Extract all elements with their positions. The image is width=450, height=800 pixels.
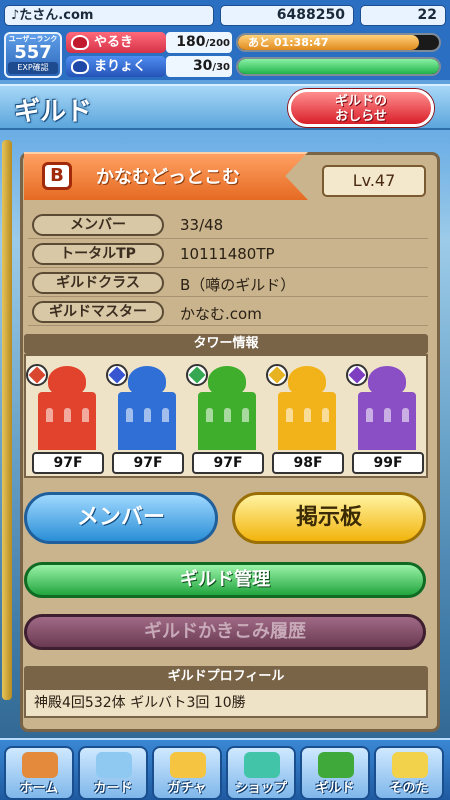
stamina-timer: あと 01:38:47 bbox=[248, 36, 329, 49]
tower-info-header: タワー情報 bbox=[24, 334, 428, 354]
stamina-bar: あと 01:38:47 bbox=[236, 33, 441, 52]
magic-bar-fill bbox=[238, 59, 439, 74]
guild-profile-text: 神殿4回532体 ギルバト3回 10勝 bbox=[24, 688, 428, 718]
card-icon bbox=[96, 752, 132, 778]
red-puyo-icon bbox=[71, 35, 89, 50]
nav-label: ショップ bbox=[234, 781, 287, 796]
flag-pole bbox=[2, 140, 12, 700]
info-row-class: ギルドクラス B（噂のギルド） bbox=[28, 270, 428, 297]
rank-value: 557 bbox=[14, 42, 52, 63]
puyo-icon bbox=[368, 366, 406, 396]
stamina-row: やるき 180/200 あと 01:38:47 bbox=[66, 32, 446, 53]
info-value: B（噂のギルド） bbox=[180, 276, 296, 294]
status-bar: ♪たさん.com 6488250 22 bbox=[0, 0, 450, 30]
nav-label: ホーム bbox=[19, 781, 59, 796]
tower-list: 97F 97F 97F 98F 99F bbox=[24, 354, 428, 478]
info-row-master: ギルドマスター かなむ.com bbox=[28, 299, 428, 326]
nav-other[interactable]: そのた bbox=[374, 746, 444, 800]
bulletin-board-button[interactable]: 掲示板 bbox=[232, 492, 426, 544]
rank-badge[interactable]: ユーザーランク 557 EXP確認 bbox=[4, 32, 62, 78]
tower-floor: 98F bbox=[272, 452, 344, 474]
guild-manage-button[interactable]: ギルド管理 bbox=[24, 562, 426, 598]
members-button[interactable]: メンバー bbox=[24, 492, 218, 544]
magic-label: まりょく bbox=[66, 56, 166, 77]
guild-info: メンバー 33/48 トータルTP 10111480TP ギルドクラス B（噂の… bbox=[28, 212, 428, 328]
info-key: ギルドクラス bbox=[32, 272, 164, 294]
gem-icon bbox=[26, 364, 48, 386]
tower-floor: 99F bbox=[352, 452, 424, 474]
info-row-members: メンバー 33/48 bbox=[28, 212, 428, 239]
puyo-icon bbox=[208, 366, 246, 396]
info-key: メンバー bbox=[32, 214, 164, 236]
exp-check-button[interactable]: EXP確認 bbox=[8, 62, 58, 74]
nav-home[interactable]: ホーム bbox=[4, 746, 74, 800]
guild-name: かなむどっとこむ bbox=[96, 167, 240, 188]
stamina-value: 180/200 bbox=[166, 32, 232, 53]
nav-label: カード bbox=[93, 781, 133, 796]
guild-profile-header: ギルドプロフィール bbox=[24, 666, 428, 688]
stamina-label: やるき bbox=[66, 32, 166, 53]
tower-floor: 97F bbox=[192, 452, 264, 474]
info-key: ギルドマスター bbox=[32, 301, 164, 323]
nav-gacha[interactable]: ガチャ bbox=[152, 746, 222, 800]
home-icon bbox=[22, 752, 58, 778]
coin-count: 6488250 bbox=[220, 5, 354, 26]
magic-row: まりょく 30/30 bbox=[66, 56, 446, 77]
guild-class-badge: B bbox=[42, 162, 72, 190]
title-bar: ギルド ギルドの おしらせ bbox=[0, 84, 450, 130]
tower-red[interactable]: 97F bbox=[26, 364, 104, 474]
page-title: ギルド bbox=[14, 97, 93, 127]
shop-icon bbox=[244, 752, 280, 778]
nav-label: そのた bbox=[389, 781, 429, 796]
magic-value: 30/30 bbox=[166, 56, 232, 77]
puyo-icon bbox=[48, 366, 86, 396]
blue-puyo-icon bbox=[71, 59, 89, 74]
info-value: 10111480TP bbox=[180, 245, 275, 263]
info-key: トータルTP bbox=[32, 243, 164, 265]
info-row-total-tp: トータルTP 10111480TP bbox=[28, 241, 428, 268]
gem-icon bbox=[186, 364, 208, 386]
info-value: かなむ.com bbox=[180, 305, 262, 323]
tower-floor: 97F bbox=[32, 452, 104, 474]
nav-card[interactable]: カード bbox=[78, 746, 148, 800]
magic-bar bbox=[236, 57, 441, 76]
gem-icon bbox=[106, 364, 128, 386]
info-value: 33/48 bbox=[180, 216, 224, 234]
post-history-button[interactable]: ギルドかきこみ履歴 bbox=[24, 614, 426, 650]
guild-level: Lv.47 bbox=[322, 165, 426, 197]
tower-floor: 97F bbox=[112, 452, 184, 474]
other-icon bbox=[392, 752, 428, 778]
nav-label: ガチャ bbox=[167, 781, 207, 796]
puyo-icon bbox=[128, 366, 166, 396]
nav-guild[interactable]: ギルド bbox=[300, 746, 370, 800]
gacha-icon bbox=[170, 752, 206, 778]
gem-icon bbox=[346, 364, 368, 386]
tower-yellow[interactable]: 98F bbox=[266, 364, 344, 474]
gem-count: 22 bbox=[360, 5, 446, 26]
tower-purple[interactable]: 99F bbox=[346, 364, 424, 474]
guild-news-button[interactable]: ギルドの おしらせ bbox=[288, 89, 434, 127]
nav-shop[interactable]: ショップ bbox=[226, 746, 296, 800]
puyo-icon bbox=[288, 366, 326, 396]
guild-icon bbox=[318, 752, 354, 778]
nav-label: ギルド bbox=[315, 781, 355, 796]
tower-green[interactable]: 97F bbox=[186, 364, 264, 474]
tower-blue[interactable]: 97F bbox=[106, 364, 184, 474]
username: ♪たさん.com bbox=[4, 5, 214, 26]
player-hud: ユーザーランク 557 EXP確認 やるき 180/200 あと 01:38:4… bbox=[0, 30, 450, 80]
gem-icon bbox=[266, 364, 288, 386]
bottom-nav: ホーム カード ガチャ ショップ ギルド そのた bbox=[0, 738, 450, 800]
